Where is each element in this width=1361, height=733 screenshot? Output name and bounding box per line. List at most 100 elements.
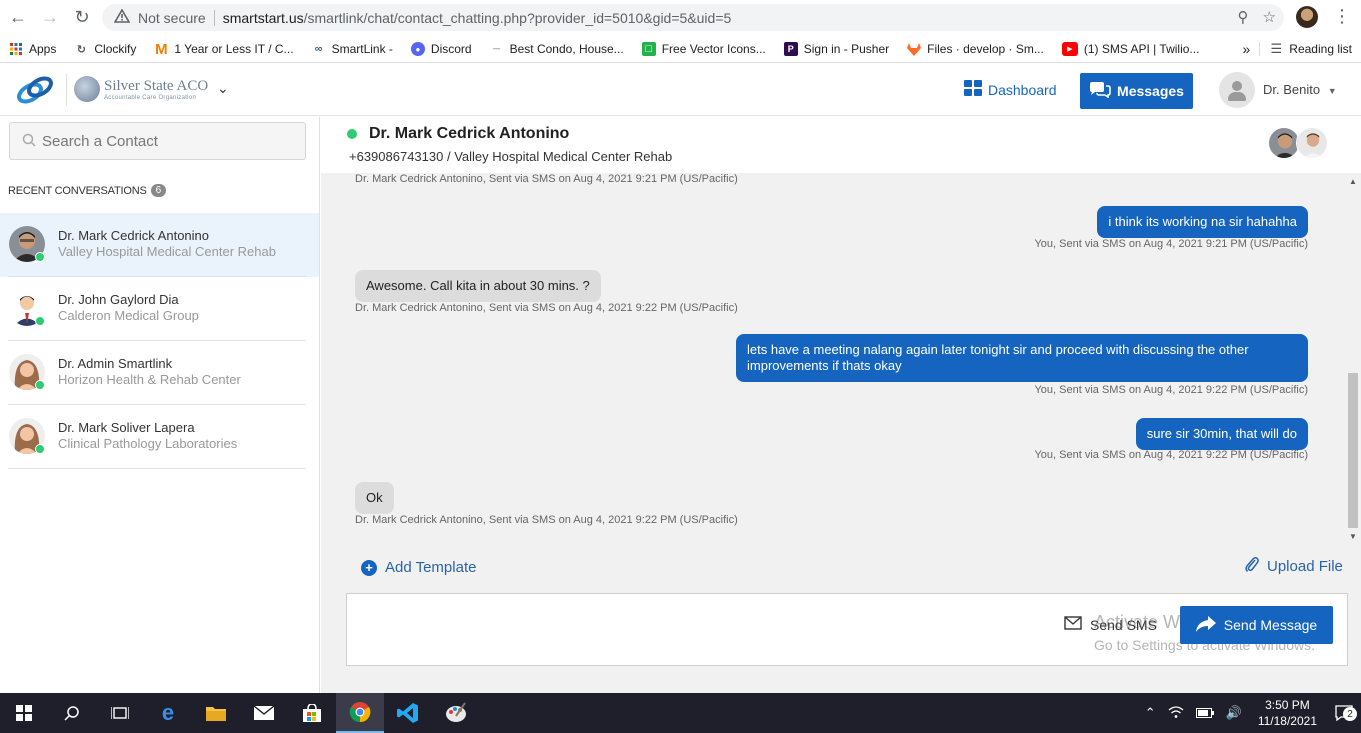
message-meta: Dr. Mark Cedrick Antonino, Sent via SMS …	[355, 302, 738, 314]
volume-icon[interactable]: 🔊	[1220, 705, 1248, 721]
apps-grid-icon	[9, 42, 23, 56]
chat-contact-details: +639086743130 / Valley Hospital Medical …	[349, 149, 672, 164]
message-meta: You, Sent via SMS on Aug 4, 2021 9:22 PM…	[1034, 384, 1308, 396]
store-icon[interactable]	[288, 693, 336, 733]
clock-date: 11/18/2021	[1257, 714, 1317, 728]
bookmark-star-icon[interactable]: ☆	[1263, 8, 1276, 26]
bookmarks-overflow[interactable]: »	[1234, 41, 1260, 57]
paint-icon[interactable]	[432, 693, 480, 733]
overflow-chevron-icon: »	[1242, 41, 1251, 57]
user-menu[interactable]: Dr. Benito ▼	[1263, 82, 1337, 97]
chrome-icon[interactable]	[336, 693, 384, 733]
windows-start-icon[interactable]	[0, 693, 48, 733]
user-avatar[interactable]	[1219, 72, 1255, 108]
org-logo[interactable]: Silver State ACO Accountable Care Organi…	[74, 76, 208, 102]
online-status-dot	[347, 129, 357, 139]
bookmark-label: Sign in - Pusher	[803, 42, 890, 56]
add-template-label: Add Template	[385, 559, 477, 576]
contact-org: Calderon Medical Group	[58, 308, 199, 323]
upload-file-button[interactable]: Upload File	[1245, 556, 1343, 577]
bookmark-label: Clockify	[94, 42, 137, 56]
bookmark-pusher[interactable]: P Sign in - Pusher	[775, 42, 898, 56]
clock-time: 3:50 PM	[1265, 698, 1310, 712]
bookmark-condo[interactable]: — Best Condo, House...	[481, 42, 633, 56]
system-clock[interactable]: 3:50 PM 11/18/2021	[1248, 697, 1327, 729]
zoom-icon[interactable]: ⚲	[1238, 8, 1249, 26]
search-icon[interactable]	[48, 693, 96, 733]
site-icon: —	[493, 45, 501, 53]
bookmark-m-site[interactable]: M 1 Year or Less IT / C...	[145, 41, 302, 58]
bookmark-smartlink[interactable]: ∞ SmartLink -	[303, 42, 402, 56]
bookmark-clockify[interactable]: ↻ Clockify	[65, 42, 145, 56]
bookmark-gitlab[interactable]: Files · develop · Sm...	[898, 42, 1053, 56]
scroll-up-arrow-icon[interactable]: ▲	[1349, 177, 1357, 186]
battery-icon[interactable]	[1190, 706, 1220, 721]
message-meta: You, Sent via SMS on Aug 4, 2021 9:21 PM…	[1034, 238, 1308, 250]
search-input[interactable]	[42, 132, 282, 150]
envelope-icon	[1064, 616, 1082, 633]
divider	[8, 468, 306, 469]
scroll-thumb[interactable]	[1348, 373, 1358, 528]
dashboard-label: Dashboard	[988, 81, 1057, 98]
bookmark-label: Apps	[29, 42, 57, 56]
plus-circle-icon: +	[361, 559, 377, 576]
share-arrow-icon	[1195, 615, 1216, 635]
send-sms-toggle[interactable]: Send SMS	[1064, 616, 1157, 633]
edge-browser-icon[interactable]: e	[144, 693, 192, 733]
smartlink-icon: ∞	[314, 43, 323, 55]
contact-item[interactable]: Dr. John Gaylord Dia Calderon Medical Gr…	[0, 277, 319, 341]
contact-name: Dr. Admin Smartlink	[58, 356, 173, 371]
messages-button[interactable]: Messages	[1080, 73, 1193, 109]
outgoing-message: sure sir 30min, that will do	[1135, 418, 1308, 450]
reading-list[interactable]: ☰ Reading list	[1259, 41, 1361, 56]
message-input[interactable]: Send SMS Activate Windows Go to Settings…	[346, 593, 1348, 666]
bookmark-discord[interactable]: ● Discord	[402, 42, 481, 56]
org-name: Silver State ACO	[104, 78, 209, 94]
address-bar[interactable]: Not secure smartstart.us/smartlink/chat/…	[102, 4, 1284, 31]
composer-area: Send SMS Activate Windows Go to Settings…	[321, 593, 1361, 693]
bookmarks-bar: Apps ↻ Clockify M 1 Year or Less IT / C.…	[0, 36, 1361, 63]
gitlab-icon	[907, 42, 922, 56]
header-divider	[66, 74, 67, 106]
smartlink-logo-icon[interactable]	[16, 75, 54, 105]
org-emblem-icon	[74, 76, 100, 102]
contact-item[interactable]: Dr. Admin Smartlink Horizon Health & Reh…	[0, 341, 319, 405]
participant-avatars	[1268, 127, 1330, 159]
contact-facility: / Valley Hospital Medical Center Rehab	[446, 149, 673, 164]
reload-icon[interactable]: ↻	[66, 2, 98, 34]
thread-scrollbar[interactable]: ▲ ▼	[1346, 173, 1361, 543]
vscode-icon[interactable]	[384, 693, 432, 733]
send-message-label: Send Message	[1223, 617, 1318, 633]
pusher-icon: P	[783, 42, 798, 56]
browser-menu-icon[interactable]: ⋮	[1333, 6, 1351, 27]
user-name: Dr. Benito	[1263, 82, 1321, 97]
back-arrow-icon[interactable]: ←	[2, 2, 34, 34]
outgoing-message: i think its working na sir hahahha	[1097, 206, 1308, 238]
file-explorer-icon[interactable]	[192, 693, 240, 733]
contact-search[interactable]	[9, 122, 306, 160]
contact-item[interactable]: Dr. Mark Soliver Lapera Clinical Patholo…	[0, 405, 319, 469]
chat-header: Dr. Mark Cedrick Antonino +639086743130 …	[321, 117, 1361, 173]
bookmark-flaticon[interactable]: □ Free Vector Icons...	[633, 42, 775, 56]
wifi-icon[interactable]	[1162, 705, 1190, 722]
dashboard-link[interactable]: Dashboard	[964, 80, 1057, 99]
reading-list-icon: ☰	[1270, 41, 1283, 56]
profile-avatar[interactable]	[1296, 6, 1318, 28]
send-message-button[interactable]: Send Message	[1180, 606, 1333, 644]
contact-item[interactable]: Dr. Mark Cedrick Antonino Valley Hospita…	[0, 213, 319, 277]
mail-icon[interactable]	[240, 693, 288, 733]
scroll-down-arrow-icon[interactable]: ▼	[1349, 532, 1357, 541]
action-center-icon[interactable]: 2	[1327, 693, 1361, 733]
bookmark-apps[interactable]: Apps	[0, 42, 65, 56]
bookmark-label: Discord	[430, 42, 472, 56]
forward-arrow-icon[interactable]: →	[34, 2, 66, 34]
send-sms-label: Send SMS	[1090, 616, 1157, 633]
contact-name: Dr. Mark Cedrick Antonino	[58, 228, 210, 243]
chevron-up-icon[interactable]: ⌃	[1139, 705, 1162, 721]
contact-list: Dr. Mark Cedrick Antonino Valley Hospita…	[0, 213, 319, 469]
bookmark-twilio[interactable]: ▶ (1) SMS API | Twilio...	[1053, 42, 1209, 56]
bookmark-label: Best Condo, House...	[509, 42, 624, 56]
add-template-button[interactable]: + Add Template	[361, 559, 476, 576]
task-view-icon[interactable]	[96, 693, 144, 733]
chevron-down-icon[interactable]: ⌄	[217, 80, 229, 97]
